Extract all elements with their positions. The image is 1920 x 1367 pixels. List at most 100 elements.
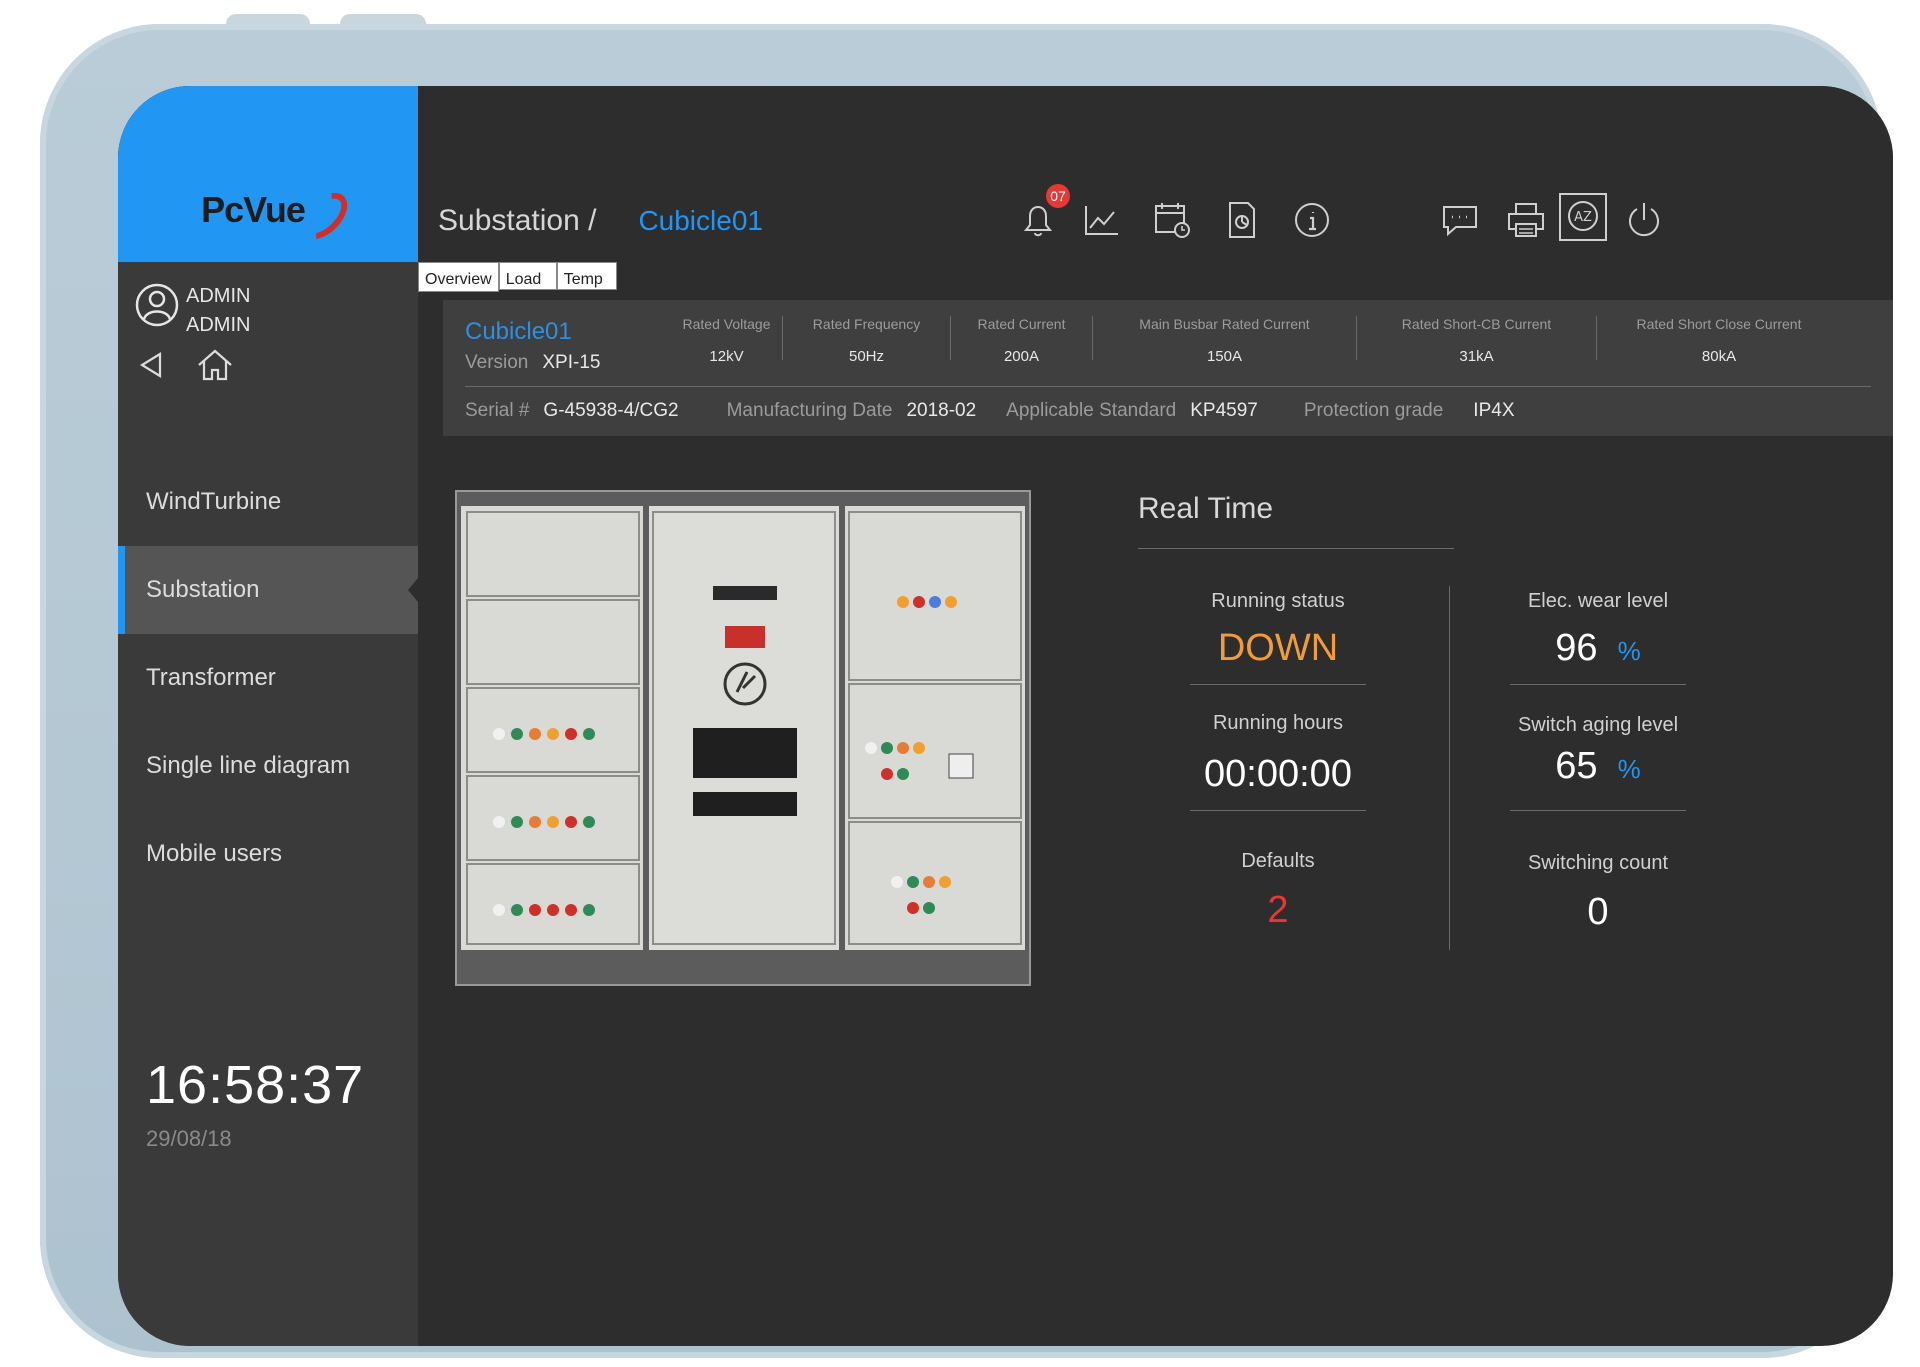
nav-shortcuts	[138, 348, 234, 382]
metric-value: 00:00:00	[1204, 753, 1352, 795]
sidebar: PcVue ADMIN ADMIN WindTurbine Substation…	[118, 86, 418, 1346]
rating-label: Rated Current	[977, 316, 1066, 332]
realtime-title-underline	[1138, 548, 1454, 549]
sidebar-item-label: Substation	[146, 576, 260, 603]
rating-value: 200A	[1003, 348, 1040, 365]
standard-label: Applicable Standard	[1006, 400, 1177, 421]
serial-label: Serial #	[465, 400, 530, 421]
metric-defaults: Defaults 2	[1190, 850, 1366, 932]
rating-main-busbar-rated-current: Main Busbar Rated Current 150A	[1093, 316, 1357, 365]
alarm-count-badge: 07	[1046, 184, 1070, 208]
metric-value-row: 96%	[1510, 627, 1686, 670]
metric-value: DOWN	[1217, 627, 1339, 669]
metric-value: 0	[1587, 891, 1609, 933]
metric-unit: %	[1617, 636, 1641, 666]
sidebar-item-label: Single line diagram	[146, 752, 351, 779]
breadcrumb-parent[interactable]: Substation /	[438, 204, 596, 238]
sidebar-item-transformer[interactable]: Transformer	[118, 634, 418, 722]
user-block: ADMIN ADMIN	[134, 282, 250, 340]
metric-divider	[1510, 810, 1686, 811]
standard-value: KP4597	[1190, 400, 1258, 421]
metric-value-row: 65%	[1510, 745, 1686, 788]
metric-elec-wear-level: Elec. wear level 96%	[1510, 590, 1686, 685]
rating-label: Rated Short Close Current	[1636, 316, 1802, 332]
sidebar-item-mobile-users[interactable]: Mobile users	[118, 810, 418, 898]
rating-label: Rated Short-CB Current	[1401, 316, 1552, 332]
metric-unit: %	[1617, 754, 1641, 784]
info-icon[interactable]	[1290, 198, 1334, 242]
rating-value: 12kV	[709, 348, 744, 365]
home-icon[interactable]	[196, 348, 234, 382]
serial-value: G-45938-4/CG2	[543, 400, 679, 421]
protection-value: IP4X	[1473, 400, 1515, 421]
version-value: XPI-15	[542, 352, 601, 373]
report-icon[interactable]	[1220, 198, 1264, 242]
tab-temp[interactable]: Temp	[556, 262, 617, 290]
rating-value: 50Hz	[848, 348, 885, 365]
metric-label: Defaults	[1241, 850, 1315, 872]
cubicle-title: Cubicle01	[465, 318, 572, 345]
metric-label: Switching count	[1527, 852, 1669, 874]
date: 29/08/18	[146, 1126, 232, 1151]
trend-chart-icon[interactable]	[1080, 198, 1124, 242]
power-icon[interactable]	[1622, 198, 1666, 242]
metric-running-status: Running status DOWN	[1190, 590, 1366, 685]
metric-running-hours: Running hours 00:00:00	[1190, 712, 1366, 811]
back-icon[interactable]	[138, 350, 164, 380]
metric-label: Switch aging level	[1517, 714, 1679, 736]
logo-mark-icon	[307, 184, 335, 236]
rating-rated-short-close-current: Rated Short Close Current 80kA	[1597, 316, 1841, 365]
metric-divider	[1190, 684, 1366, 685]
language-icon[interactable]: AZ	[1558, 192, 1608, 242]
rating-rated-voltage: Rated Voltage 12kV	[671, 316, 783, 365]
user-role: ADMIN	[186, 314, 251, 336]
rating-label: Rated Voltage	[682, 316, 771, 332]
header: Substation / Cubicle01 07 AZ	[418, 86, 1893, 262]
metric-value: 65	[1555, 745, 1598, 787]
protection-label: Protection grade	[1303, 400, 1444, 421]
metric-divider	[1510, 684, 1686, 685]
sidebar-item-label: Transformer	[146, 664, 276, 691]
metrics-divider	[1449, 586, 1450, 950]
logo: PcVue	[201, 184, 335, 236]
sidebar-item-single-line-diagram[interactable]: Single line diagram	[118, 722, 418, 810]
print-icon[interactable]	[1504, 198, 1548, 242]
tab-bar: Overview Load Temp	[418, 262, 617, 292]
version-label: Version	[465, 352, 529, 373]
rating-label: Rated Frequency	[812, 316, 921, 332]
info-divider	[465, 386, 1871, 387]
sidebar-item-substation[interactable]: Substation	[118, 546, 418, 634]
user-avatar-icon[interactable]	[134, 282, 180, 328]
cubicle-details-row: Serial # G-45938-4/CG2 Manufacturing Date…	[465, 400, 1563, 422]
tablet-frame: PcVue ADMIN ADMIN WindTurbine Substation…	[40, 24, 1893, 1358]
clock: 16:58:37	[146, 1055, 365, 1115]
cubicle-photo	[455, 490, 1031, 986]
calendar-clock-icon[interactable]	[1150, 198, 1194, 242]
sidebar-nav: WindTurbine Substation Transformer Singl…	[118, 458, 418, 898]
realtime-title: Real Time	[1138, 492, 1274, 525]
cubicle-version: Version XPI-15	[465, 352, 600, 374]
rating-rated-current: Rated Current 200A	[951, 316, 1093, 365]
sidebar-item-windturbine[interactable]: WindTurbine	[118, 458, 418, 546]
metric-label: Running hours	[1212, 712, 1344, 734]
rating-label: Main Busbar Rated Current	[1139, 316, 1310, 332]
alarm-button[interactable]: 07	[1016, 184, 1070, 242]
cubicle-info-panel: Cubicle01 Version XPI-15 Rated Voltage 12k…	[443, 300, 1893, 436]
message-icon[interactable]	[1438, 198, 1482, 242]
breadcrumb-current: Cubicle01	[638, 205, 763, 236]
tab-load[interactable]: Load	[498, 262, 557, 290]
logo-text: PcVue	[201, 189, 306, 230]
app-screen: PcVue ADMIN ADMIN WindTurbine Substation…	[118, 86, 1893, 1346]
sidebar-item-label: Mobile users	[146, 840, 283, 867]
metric-label: Running status	[1211, 590, 1345, 612]
tab-overview[interactable]: Overview	[418, 262, 499, 292]
user-name: ADMIN	[186, 285, 251, 307]
rating-rated-short-cb-current: Rated Short-CB Current 31kA	[1357, 316, 1597, 365]
logo-area: PcVue	[118, 86, 418, 262]
mfg-date-value: 2018-02	[906, 400, 977, 421]
switchgear-cabinet-illustration	[457, 492, 1029, 984]
breadcrumb: Substation / Cubicle01	[438, 204, 763, 238]
metric-divider	[1190, 810, 1366, 811]
metric-switching-count: Switching count 0	[1510, 852, 1686, 934]
metric-label: Elec. wear level	[1527, 590, 1669, 612]
